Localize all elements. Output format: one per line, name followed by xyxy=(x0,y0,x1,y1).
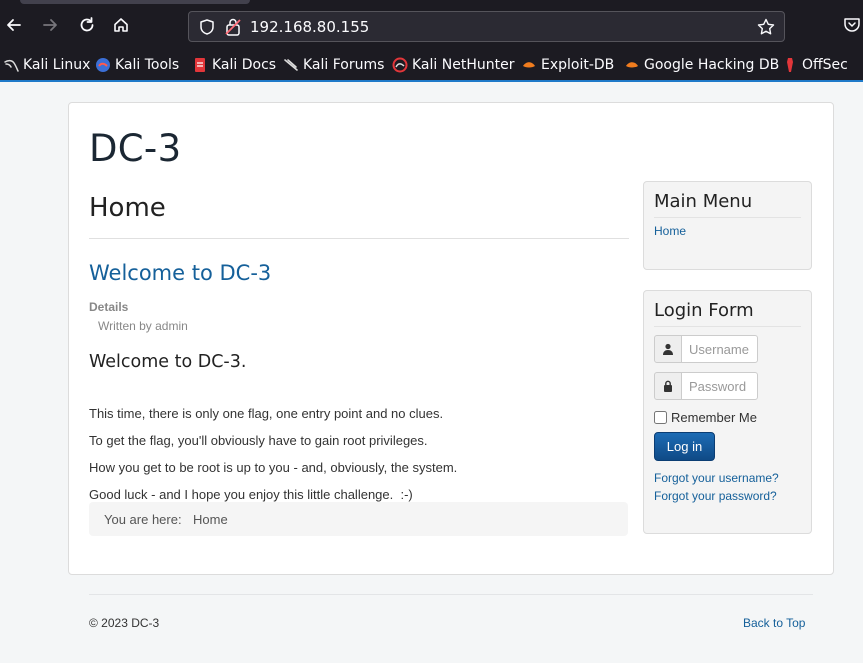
login-form-module: Login Form Remember Me Log in Forgot you… xyxy=(643,290,812,534)
breadcrumb-item-home[interactable]: Home xyxy=(193,512,228,527)
url-bar[interactable]: 192.168.80.155 xyxy=(188,11,785,42)
login-form-title: Login Form xyxy=(654,300,754,321)
bookmark-kali-nethunter[interactable]: Kali NetHunter xyxy=(392,54,514,76)
article-paragraph: How you get to be root is up to you - an… xyxy=(89,460,458,475)
web-page: DC-3 Home Welcome to DC-3 Details Writte… xyxy=(0,82,863,663)
home-icon[interactable] xyxy=(110,14,132,36)
bookmark-label: Kali Tools xyxy=(115,57,180,73)
heading-divider xyxy=(89,238,629,239)
article-paragraph: This time, there is only one flag, one e… xyxy=(89,406,444,421)
reload-icon[interactable] xyxy=(76,14,98,36)
main-menu-item-home[interactable]: Home xyxy=(654,224,686,238)
forgot-password-link[interactable]: Forgot your password? xyxy=(654,489,777,503)
kali-docs-icon xyxy=(195,58,205,72)
main-menu-module: Main Menu Home xyxy=(643,181,812,270)
browser-toolbar: 192.168.80.155 xyxy=(0,0,863,50)
bookmark-kali-docs[interactable]: Kali Docs xyxy=(192,54,276,76)
bookmark-label: OffSec xyxy=(802,57,848,73)
offsec-icon xyxy=(787,58,793,72)
breadcrumb-label: You are here: xyxy=(104,512,182,527)
active-tab-edge[interactable] xyxy=(20,0,250,4)
username-group xyxy=(654,335,758,363)
site-title[interactable]: DC-3 xyxy=(89,127,181,170)
article-title-link[interactable]: Welcome to DC-3 xyxy=(89,261,271,285)
bookmark-kali-linux[interactable]: Kali Linux xyxy=(3,54,90,76)
kali-forums-icon xyxy=(284,59,298,71)
article-details-label: Details xyxy=(89,300,129,314)
article-content-heading: Welcome to DC-3. xyxy=(89,352,247,372)
page-heading: Home xyxy=(89,193,166,223)
user-icon xyxy=(654,335,682,363)
ghdb-icon xyxy=(626,62,638,68)
bookmark-label: Google Hacking DB xyxy=(644,57,780,73)
forgot-username-link[interactable]: Forgot your username? xyxy=(654,471,779,485)
bookmark-label: Kali Forums xyxy=(303,57,385,73)
bookmark-star-icon[interactable] xyxy=(756,17,776,37)
remember-me[interactable]: Remember Me xyxy=(654,410,757,425)
password-group xyxy=(654,372,758,400)
kali-dragon-icon xyxy=(4,59,19,72)
back-to-top-link[interactable]: Back to Top xyxy=(743,616,805,630)
bookmark-google-hacking-db[interactable]: Google Hacking DB xyxy=(624,54,779,76)
pocket-icon[interactable] xyxy=(842,15,862,35)
module-divider xyxy=(654,326,801,327)
bookmark-exploit-db[interactable]: Exploit-DB xyxy=(521,54,614,76)
url-text[interactable]: 192.168.80.155 xyxy=(250,18,369,36)
bookmarks-toolbar: Kali Linux Kali Tools Kali Docs Kali For… xyxy=(0,50,863,80)
article-paragraph: To get the flag, you'll obviously have t… xyxy=(89,433,428,448)
login-button[interactable]: Log in xyxy=(654,432,715,461)
remember-me-checkbox[interactable] xyxy=(654,411,667,424)
kali-tools-icon xyxy=(96,58,110,72)
article-author: Written by admin xyxy=(98,319,188,333)
main-menu-title: Main Menu xyxy=(654,191,753,212)
bookmark-kali-tools[interactable]: Kali Tools xyxy=(95,54,179,76)
remember-me-label: Remember Me xyxy=(671,410,757,425)
username-input[interactable] xyxy=(681,335,758,363)
insecure-lock-icon[interactable] xyxy=(224,17,242,37)
password-input[interactable] xyxy=(681,372,758,400)
forward-arrow-icon[interactable] xyxy=(39,14,61,36)
breadcrumb: You are here: Home xyxy=(89,502,628,536)
bookmark-label: Kali Docs xyxy=(212,57,277,73)
footer-divider xyxy=(89,594,813,595)
exploit-db-icon xyxy=(523,62,535,68)
footer-copyright: © 2023 DC-3 xyxy=(89,616,160,630)
bookmark-label: Kali Linux xyxy=(23,57,91,73)
lock-icon xyxy=(654,372,682,400)
bookmark-kali-forums[interactable]: Kali Forums xyxy=(283,54,384,76)
back-arrow-icon[interactable] xyxy=(3,14,25,36)
tracking-shield-icon[interactable] xyxy=(198,18,216,36)
nethunter-icon xyxy=(392,57,408,73)
module-divider xyxy=(654,217,801,218)
bookmark-label: Kali NetHunter xyxy=(412,57,515,73)
bookmark-label: Exploit-DB xyxy=(541,57,615,73)
site-body: DC-3 Home Welcome to DC-3 Details Writte… xyxy=(68,102,834,575)
bookmark-offsec[interactable]: OffSec xyxy=(782,54,848,76)
article-paragraph: Good luck - and I hope you enjoy this li… xyxy=(89,487,413,502)
